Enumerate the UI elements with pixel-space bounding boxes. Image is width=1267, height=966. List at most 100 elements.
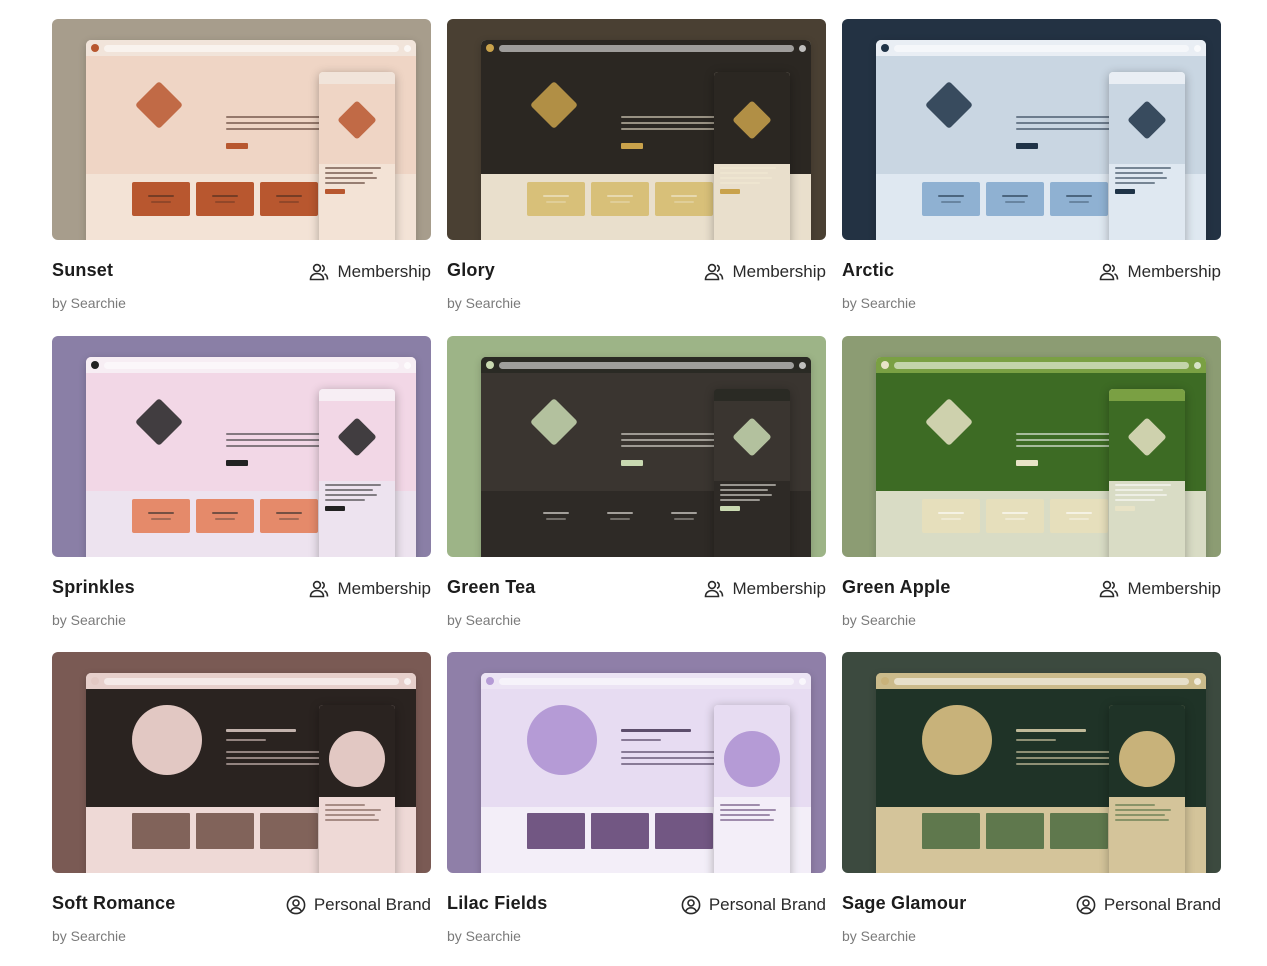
template-author: by Searchie [447, 928, 521, 944]
category-label: Personal Brand [1103, 895, 1221, 914]
users-icon [1099, 580, 1119, 598]
feature-tile [196, 182, 254, 216]
template-category: Personal Brand [1076, 895, 1221, 915]
article-thumbnail [527, 813, 585, 849]
template-category: Membership [704, 262, 826, 282]
category-label: Personal Brand [313, 895, 431, 914]
template-name[interactable]: Arctic [842, 260, 894, 281]
mobile-mockup [714, 705, 790, 873]
feature-tile [591, 499, 649, 533]
template-card[interactable]: Sprinkles Membership by Searchie [52, 336, 431, 637]
template-name[interactable]: Glory [447, 260, 495, 281]
template-preview[interactable] [52, 19, 431, 240]
template-author: by Searchie [842, 295, 916, 311]
brand-logo [529, 80, 579, 130]
template-card[interactable]: Sunset Membership by Searchie [52, 19, 431, 320]
brand-logo [134, 397, 184, 447]
mobile-mockup [1109, 72, 1185, 240]
users-icon [309, 580, 329, 598]
template-card[interactable]: Green Tea Membership by Searchie [447, 336, 826, 637]
template-category: Personal Brand [681, 895, 826, 915]
template-preview[interactable] [447, 19, 826, 240]
template-preview[interactable] [52, 336, 431, 557]
article-thumbnail [1050, 813, 1108, 849]
brand-logo [134, 80, 184, 130]
template-name[interactable]: Green Tea [447, 577, 536, 598]
article-thumbnail [591, 813, 649, 849]
category-label: Membership [732, 262, 826, 281]
brand-logo [924, 397, 974, 447]
mobile-mockup [319, 72, 395, 240]
feature-tile [260, 499, 318, 533]
template-category: Membership [704, 579, 826, 599]
template-preview[interactable] [52, 652, 431, 873]
article-thumbnail [132, 813, 190, 849]
hero-cta-button [226, 143, 248, 149]
feature-tile [527, 499, 585, 533]
brand-logo [529, 397, 579, 447]
user-circle-icon [1076, 895, 1096, 915]
feature-tile [655, 499, 713, 533]
hero-cta-button [621, 143, 643, 149]
template-author: by Searchie [52, 928, 126, 944]
feature-tile [527, 182, 585, 216]
feature-tile [591, 182, 649, 216]
template-preview[interactable] [447, 336, 826, 557]
template-preview[interactable] [447, 652, 826, 873]
template-category: Membership [1099, 262, 1221, 282]
template-name[interactable]: Green Apple [842, 577, 951, 598]
hero-cta-button [226, 460, 248, 466]
mobile-mockup [1109, 389, 1185, 557]
feature-tile [922, 182, 980, 216]
template-author: by Searchie [447, 295, 521, 311]
template-author: by Searchie [842, 928, 916, 944]
article-thumbnail [986, 813, 1044, 849]
hero-cta-button [621, 460, 643, 466]
hero-cta-button [1016, 143, 1038, 149]
template-category: Membership [309, 579, 431, 599]
category-label: Membership [337, 262, 431, 281]
template-card[interactable]: Glory Membership by Searchie [447, 19, 826, 320]
mobile-mockup [714, 72, 790, 240]
template-author: by Searchie [52, 295, 126, 311]
user-circle-icon [286, 895, 306, 915]
category-label: Membership [732, 579, 826, 598]
feature-tile [1050, 182, 1108, 216]
template-category: Membership [1099, 579, 1221, 599]
feature-tile [132, 182, 190, 216]
feature-tile [132, 499, 190, 533]
mobile-mockup [319, 705, 395, 873]
hero-cta-button [1016, 460, 1038, 466]
feature-tile [922, 499, 980, 533]
article-thumbnail [196, 813, 254, 849]
template-name[interactable]: Soft Romance [52, 893, 175, 914]
template-card[interactable]: Sage Glamour Personal Brand by Searchie [842, 652, 1221, 953]
template-preview[interactable] [842, 336, 1221, 557]
template-preview[interactable] [842, 652, 1221, 873]
template-card[interactable]: Green Apple Membership by Searchie [842, 336, 1221, 637]
user-circle-icon [681, 895, 701, 915]
article-thumbnail [655, 813, 713, 849]
feature-tile [986, 499, 1044, 533]
template-card[interactable]: Lilac Fields Personal Brand by Searchie [447, 652, 826, 953]
template-name[interactable]: Sprinkles [52, 577, 135, 598]
template-name[interactable]: Lilac Fields [447, 893, 547, 914]
category-label: Membership [1127, 262, 1221, 281]
template-preview[interactable] [842, 19, 1221, 240]
template-author: by Searchie [52, 612, 126, 628]
template-card[interactable]: Soft Romance Personal Brand by Searchie [52, 652, 431, 953]
mobile-mockup [714, 389, 790, 557]
category-label: Membership [1127, 579, 1221, 598]
users-icon [704, 263, 724, 281]
template-author: by Searchie [842, 612, 916, 628]
category-label: Membership [337, 579, 431, 598]
profile-photo [527, 705, 597, 775]
template-name[interactable]: Sage Glamour [842, 893, 966, 914]
users-icon [704, 580, 724, 598]
feature-tile [196, 499, 254, 533]
template-card[interactable]: Arctic Membership by Searchie [842, 19, 1221, 320]
article-thumbnail [922, 813, 980, 849]
template-category: Personal Brand [286, 895, 431, 915]
feature-tile [1050, 499, 1108, 533]
template-name[interactable]: Sunset [52, 260, 113, 281]
